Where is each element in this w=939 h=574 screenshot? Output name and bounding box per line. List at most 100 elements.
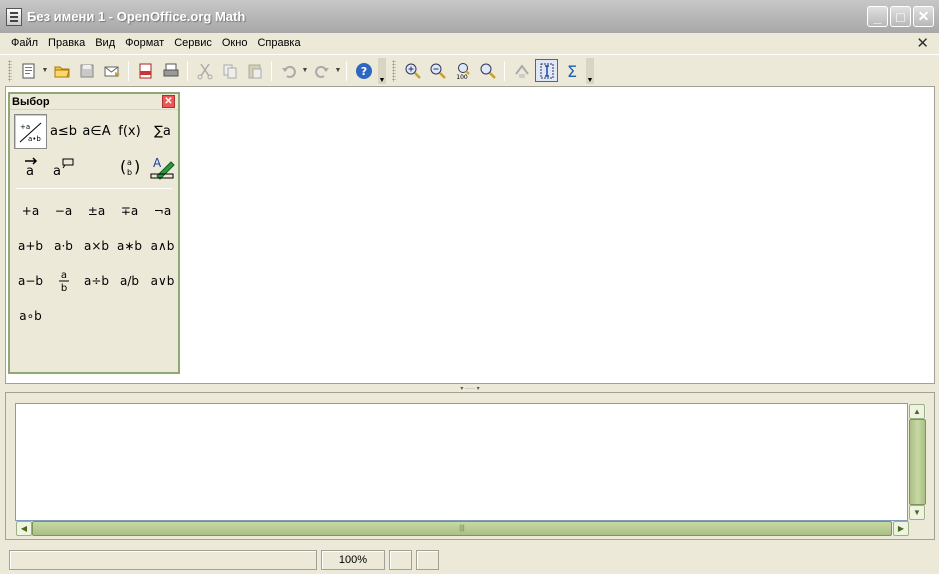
window-controls: _ □ ✕: [867, 6, 934, 27]
symbol-a-minus-b[interactable]: a−b: [14, 263, 47, 298]
symbol-plus-a[interactable]: +a: [14, 193, 47, 228]
menu-tools[interactable]: Сервис: [169, 37, 217, 49]
toolbar-grip[interactable]: [8, 59, 12, 82]
menu-window[interactable]: Окно: [217, 37, 253, 49]
new-dropdown-icon[interactable]: ▼: [41, 67, 49, 74]
minimize-button[interactable]: _: [867, 6, 888, 27]
symbol-a-and-b[interactable]: a∧b: [146, 228, 179, 263]
app-icon[interactable]: [6, 7, 22, 26]
close-button[interactable]: ✕: [913, 6, 934, 27]
zoom-in-icon[interactable]: [401, 59, 424, 82]
menu-help[interactable]: Справка: [252, 37, 305, 49]
symbol-a-over-b[interactable]: ab: [47, 263, 80, 298]
command-window: ▲ ▼ ◀ ||| ▶: [5, 392, 935, 540]
svg-text:a: a: [26, 164, 34, 178]
category-empty: [80, 149, 113, 184]
symbols-icon[interactable]: Σ: [560, 59, 583, 82]
symbol-a-or-b[interactable]: a∨b: [146, 263, 179, 298]
zoom-100-label: 100: [456, 74, 468, 80]
scroll-down-icon[interactable]: ▼: [909, 505, 925, 520]
svg-text:b: b: [60, 283, 66, 294]
menu-edit[interactable]: Правка: [43, 37, 90, 49]
category-formats[interactable]: A: [146, 149, 179, 184]
svg-text:(: (: [120, 157, 126, 176]
menu-bar: Файл Правка Вид Формат Сервис Окно Справ…: [0, 33, 939, 53]
category-relations[interactable]: a≤b: [47, 114, 80, 149]
undo-icon[interactable]: [277, 59, 300, 82]
category-functions[interactable]: f(x): [113, 114, 146, 149]
horizontal-scrollbar[interactable]: ◀ ||| ▶: [16, 521, 909, 536]
menu-format[interactable]: Формат: [120, 37, 169, 49]
symbol-a-slash-b[interactable]: a/b: [113, 263, 146, 298]
formula-command-input[interactable]: [15, 403, 908, 521]
symbol-a-times-b[interactable]: a×b: [80, 228, 113, 263]
cut-icon[interactable]: [193, 59, 216, 82]
refresh-icon[interactable]: [510, 59, 533, 82]
email-icon[interactable]: [100, 59, 123, 82]
pane-splitter[interactable]: ▾ ····· ▾: [5, 384, 935, 392]
formula-cursor-icon[interactable]: [535, 59, 558, 82]
export-pdf-icon[interactable]: [134, 59, 157, 82]
panel-title-bar[interactable]: Выбор ✕: [10, 94, 178, 110]
category-grid: +a a•b a≤b a∈A f(x) ∑a a a (a b) A: [10, 110, 178, 184]
standard-toolbar: ▼ ▼ ▼ ? ▼ 100 Σ ▼: [0, 54, 939, 86]
menu-view[interactable]: Вид: [90, 37, 120, 49]
category-brackets[interactable]: (a b): [113, 149, 146, 184]
maximize-button[interactable]: □: [890, 6, 911, 27]
category-set-operations[interactable]: a∈A: [80, 114, 113, 149]
symbol-plusminus-a[interactable]: ±a: [80, 193, 113, 228]
status-zoom[interactable]: 100%: [321, 550, 385, 570]
redo-dropdown-icon[interactable]: ▼: [334, 67, 342, 74]
horizontal-scroll-thumb[interactable]: |||: [32, 521, 892, 536]
selection-panel: Выбор ✕ +a a•b a≤b a∈A f(x) ∑a a a (a b) A…: [8, 92, 180, 374]
category-attributes[interactable]: a: [14, 149, 47, 184]
category-unary-binary[interactable]: +a a•b: [14, 114, 47, 149]
toolbar-overflow-icon[interactable]: ▼: [378, 57, 386, 84]
panel-divider: [16, 188, 172, 189]
symbol-a-circ-b[interactable]: a∘b: [14, 298, 47, 333]
symbol-not-a[interactable]: ¬a: [146, 193, 179, 228]
symbol-a-div-b[interactable]: a÷b: [80, 263, 113, 298]
zoom-out-icon[interactable]: [426, 59, 449, 82]
scroll-left-icon[interactable]: ◀: [16, 521, 32, 536]
svg-text:): ): [134, 157, 140, 176]
symbol-minus-a[interactable]: −a: [47, 193, 80, 228]
undo-dropdown-icon[interactable]: ▼: [301, 67, 309, 74]
vertical-scrollbar[interactable]: ▲ ▼: [909, 404, 926, 520]
symbol-a-cdot-b[interactable]: a⋅b: [47, 228, 80, 263]
toolbar-separator: [504, 60, 505, 81]
svg-text:a: a: [60, 270, 66, 281]
open-folder-icon[interactable]: [50, 59, 73, 82]
save-icon[interactable]: [75, 59, 98, 82]
symbol-a-plus-b[interactable]: a+b: [14, 228, 47, 263]
close-document-icon[interactable]: ✕: [916, 34, 929, 52]
redo-icon[interactable]: [310, 59, 333, 82]
symbol-a-star-b[interactable]: a∗b: [113, 228, 146, 263]
svg-text:a: a: [127, 158, 132, 167]
scroll-up-icon[interactable]: ▲: [909, 404, 925, 419]
toolbar-separator: [346, 60, 347, 81]
menu-file[interactable]: Файл: [6, 37, 43, 49]
scroll-right-icon[interactable]: ▶: [893, 521, 909, 536]
new-document-icon[interactable]: [17, 59, 40, 82]
panel-close-icon[interactable]: ✕: [162, 95, 175, 108]
category-operators[interactable]: ∑a: [146, 114, 179, 149]
help-icon[interactable]: ?: [352, 59, 375, 82]
print-icon[interactable]: [159, 59, 182, 82]
window-title: Без имени 1 - OpenOffice.org Math: [27, 9, 246, 24]
copy-icon[interactable]: [218, 59, 241, 82]
paste-icon[interactable]: [243, 59, 266, 82]
zoom-100-icon[interactable]: 100: [451, 59, 474, 82]
title-bar: Без имени 1 - OpenOffice.org Math _ □ ✕: [0, 0, 939, 33]
category-others[interactable]: a: [47, 149, 80, 184]
symbol-minusplus-a[interactable]: ∓a: [113, 193, 146, 228]
toolbar-grip[interactable]: [392, 59, 396, 82]
toolbar-overflow-icon[interactable]: ▼: [586, 57, 594, 84]
zoom-page-icon[interactable]: [476, 59, 499, 82]
svg-text:+a: +a: [20, 123, 30, 131]
toolbar-separator: [187, 60, 188, 81]
svg-text:A: A: [153, 156, 162, 170]
svg-text:?: ?: [360, 65, 366, 78]
vertical-scroll-thumb[interactable]: [909, 419, 926, 505]
status-cell-insert-mode: [389, 550, 412, 570]
